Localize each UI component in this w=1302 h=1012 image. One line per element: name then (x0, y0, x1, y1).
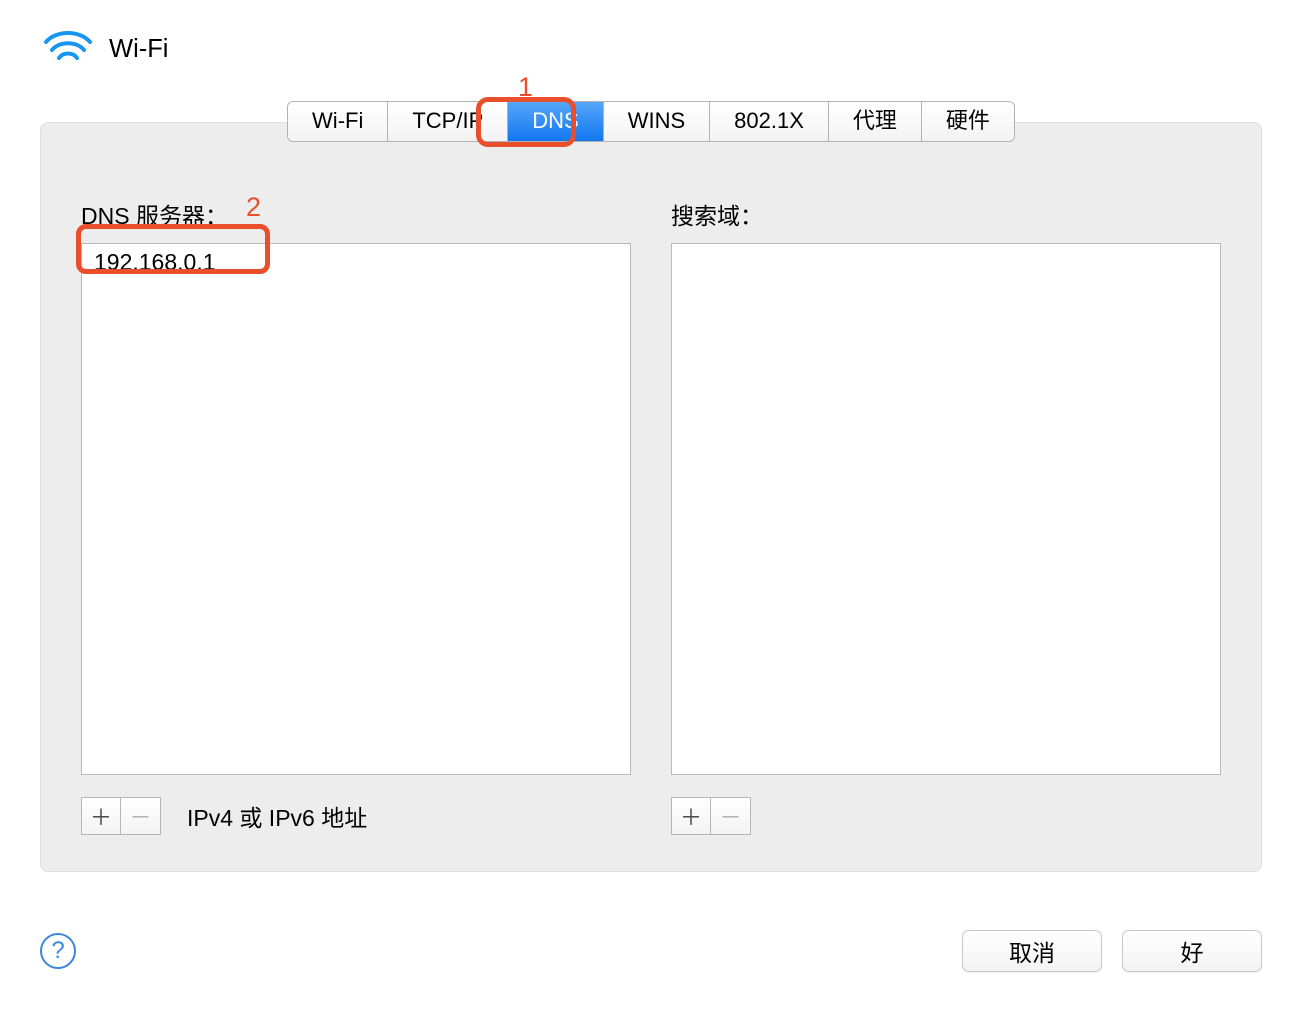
dns-remove-button[interactable]: － (121, 797, 161, 835)
dns-hint: IPv4 或 IPv6 地址 (187, 799, 367, 833)
footer: ? 取消 好 (40, 930, 1262, 972)
tab-8021x[interactable]: 802.1X (710, 102, 829, 141)
dns-servers-label: DNS 服务器： (81, 197, 631, 231)
annotation-1: 1 (518, 72, 533, 103)
dns-servers-column: DNS 服务器： 192.168.0.1 ＋ － IPv4 或 IPv6 地址 (81, 197, 631, 835)
tabs-container: Wi-Fi TCP/IP DNS WINS 802.1X 代理 硬件 (0, 101, 1302, 142)
search-domains-column: 搜索域： ＋ － (671, 197, 1221, 835)
dns-server-item[interactable]: 192.168.0.1 (82, 244, 630, 281)
dns-servers-list[interactable]: 192.168.0.1 (81, 243, 631, 775)
search-remove-button[interactable]: － (711, 797, 751, 835)
ok-button[interactable]: 好 (1122, 930, 1262, 972)
search-domains-list[interactable] (671, 243, 1221, 775)
tab-wifi[interactable]: Wi-Fi (288, 102, 388, 141)
search-add-button[interactable]: ＋ (671, 797, 711, 835)
tab-hardware[interactable]: 硬件 (922, 102, 1014, 141)
tabs: Wi-Fi TCP/IP DNS WINS 802.1X 代理 硬件 (287, 101, 1015, 142)
dns-panel: DNS 服务器： 192.168.0.1 ＋ － IPv4 或 IPv6 地址 … (40, 122, 1262, 872)
tab-dns[interactable]: DNS (508, 102, 603, 141)
tab-tcpip[interactable]: TCP/IP (388, 102, 508, 141)
page-title: Wi-Fi (109, 35, 168, 64)
cancel-button[interactable]: 取消 (962, 930, 1102, 972)
annotation-2: 2 (246, 192, 261, 223)
help-button[interactable]: ? (40, 933, 76, 969)
search-domains-label: 搜索域： (671, 197, 1221, 231)
header: Wi-Fi (0, 0, 1302, 71)
wifi-icon (42, 28, 94, 71)
tab-wins[interactable]: WINS (604, 102, 710, 141)
tab-proxy[interactable]: 代理 (829, 102, 922, 141)
dns-add-button[interactable]: ＋ (81, 797, 121, 835)
